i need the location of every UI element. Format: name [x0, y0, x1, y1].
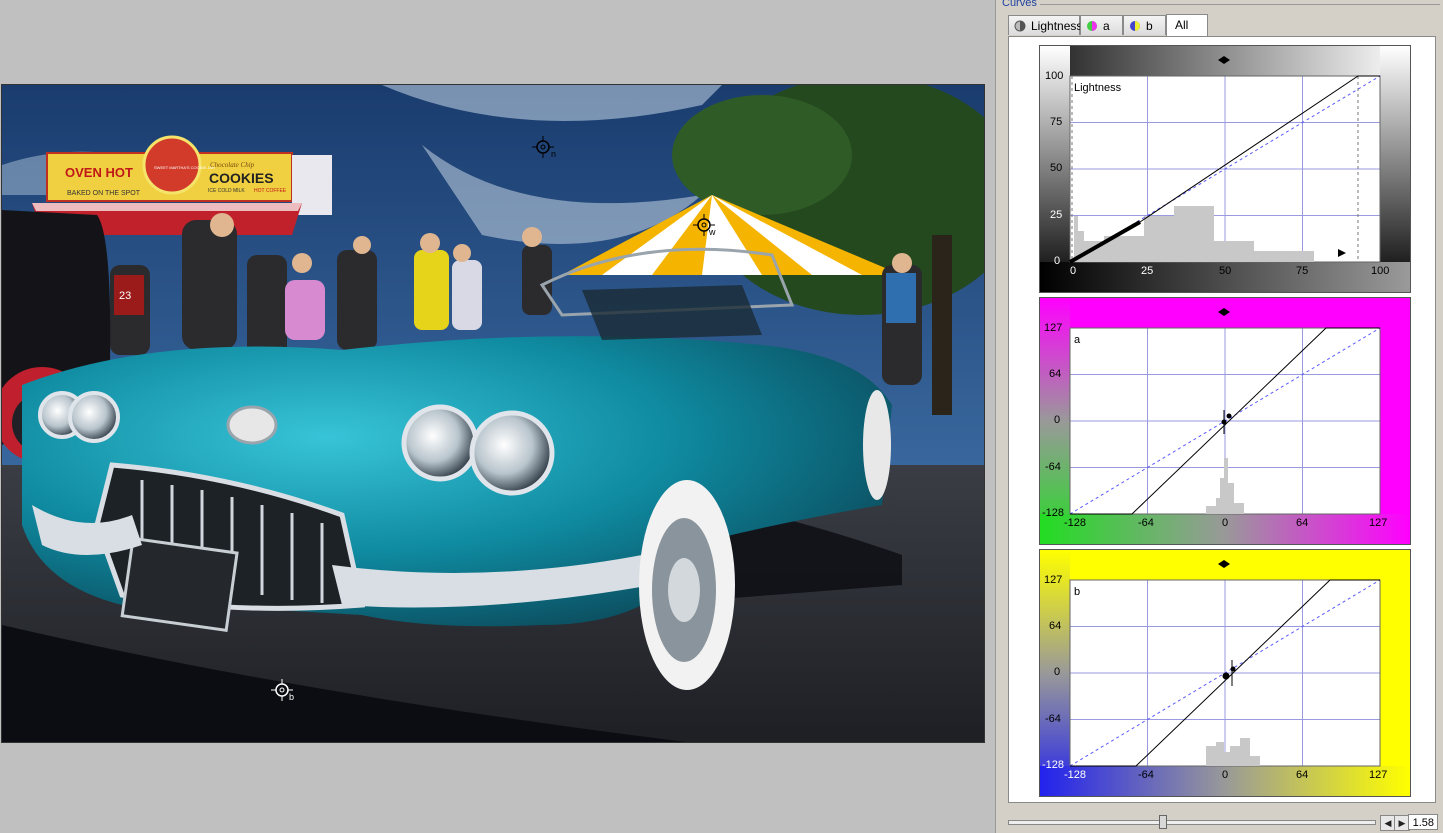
a-curve-label: a — [1074, 334, 1081, 346]
b-curve-box: b 127 64 0 -64 -128 -128 -64 0 64 127 — [1039, 549, 1411, 797]
curves-tab-body: Lightness 100 75 50 25 0 0 25 50 75 100 — [1008, 36, 1436, 803]
sign-cookies: COOKIES — [209, 170, 274, 186]
left-arrow-icon: ◀ — [1384, 818, 1392, 828]
tab-label: All — [1175, 18, 1189, 32]
sign-sweet-martha: SWEET MARTHA'S COOKIE JAR — [154, 165, 215, 170]
panel-title: Curves — [1002, 0, 1037, 9]
tab-b[interactable]: b — [1123, 15, 1166, 35]
a-curve-box: a 127 64 0 -64 -128 -128 -64 0 64 127 — [1039, 297, 1411, 545]
a-channel-icon — [1087, 21, 1097, 31]
lightness-curve-label: Lightness — [1074, 82, 1122, 94]
lightness-channel-icon — [1014, 20, 1026, 32]
b-ytick-64: 64 — [1049, 620, 1062, 632]
photo-canvas[interactable]: OVEN HOT BAKED ON THE SPOT SWEET MARTHA'… — [1, 84, 985, 743]
l-xtick-25: 25 — [1141, 265, 1154, 277]
a-ytick-0: 0 — [1054, 414, 1061, 426]
b-channel-icon — [1130, 21, 1140, 31]
l-ytick-50: 50 — [1050, 162, 1063, 174]
tab-lightness[interactable]: Lightness — [1008, 15, 1083, 35]
lightness-curve-box: Lightness 100 75 50 25 0 0 25 50 75 100 — [1039, 45, 1411, 293]
sign-baked: BAKED ON THE SPOT — [67, 190, 141, 197]
l-xtick-50: 50 — [1219, 265, 1232, 277]
tab-label: a — [1103, 19, 1110, 33]
l-xtick-75: 75 — [1296, 265, 1309, 277]
a-xtick-0: 0 — [1222, 517, 1229, 529]
sign-milk: ICE COLD MILK — [208, 188, 245, 194]
zoom-slider-thumb[interactable] — [1159, 815, 1167, 829]
b-xtick-64: 64 — [1296, 769, 1309, 781]
a-xtick-64: 64 — [1296, 517, 1309, 529]
photo-image: OVEN HOT BAKED ON THE SPOT SWEET MARTHA'… — [2, 85, 984, 742]
a-ytick-neg64: -64 — [1045, 461, 1061, 473]
l-xtick-0: 0 — [1070, 265, 1077, 277]
right-arrow-icon: ▶ — [1398, 818, 1406, 828]
b-ytick-neg64: -64 — [1045, 713, 1061, 725]
b-xtick-0: 0 — [1222, 769, 1229, 781]
l-ytick-100: 100 — [1045, 70, 1064, 82]
zoom-slider-track[interactable] — [1008, 820, 1376, 825]
marker-b-label: b — [289, 692, 295, 702]
sign-chocolate-chip: Chocolate Chip — [210, 161, 255, 169]
b-curve-graph[interactable]: b — [1040, 550, 1410, 796]
b-ytick-0: 0 — [1054, 666, 1061, 678]
a-xtick-127: 127 — [1369, 517, 1388, 529]
a-xtick-neg64: -64 — [1138, 517, 1154, 529]
lightness-curve-graph[interactable]: Lightness — [1040, 46, 1410, 292]
jersey-number: 23 — [119, 290, 131, 302]
b-ytick-neg128: -128 — [1042, 759, 1065, 771]
tab-all[interactable]: All — [1166, 14, 1208, 36]
b-xtick-neg64: -64 — [1138, 769, 1154, 781]
tab-label: b — [1146, 19, 1153, 33]
marker-w-label: w — [709, 227, 716, 237]
curves-panel: Curves Lightness a b All Lightness 100 7… — [995, 0, 1443, 833]
sign-oven-hot: OVEN HOT — [65, 165, 133, 180]
canvas-area: OVEN HOT BAKED ON THE SPOT SWEET MARTHA'… — [0, 0, 995, 833]
tab-label: Lightness — [1031, 19, 1083, 33]
title-divider — [1040, 4, 1440, 5]
b-xtick-neg128: -128 — [1064, 769, 1087, 781]
marker-n-label: n — [551, 149, 557, 159]
a-ytick-neg128: -128 — [1042, 507, 1065, 519]
l-ytick-25: 25 — [1050, 209, 1063, 221]
b-ytick-127: 127 — [1044, 574, 1063, 586]
l-ytick-75: 75 — [1050, 116, 1063, 128]
sign-coffee: HOT COFFEE — [254, 188, 287, 194]
a-curve-graph[interactable]: a — [1040, 298, 1410, 544]
a-ytick-127: 127 — [1044, 322, 1063, 334]
zoom-value-field[interactable]: 1.58 — [1408, 814, 1438, 830]
a-xtick-neg128: -128 — [1064, 517, 1087, 529]
tab-a[interactable]: a — [1080, 15, 1123, 35]
zoom-bar: ◀ ▶ 1.58 — [1004, 808, 1440, 833]
b-curve-label: b — [1074, 586, 1080, 598]
l-ytick-0: 0 — [1054, 255, 1061, 267]
l-xtick-100: 100 — [1371, 265, 1390, 277]
b-xtick-127: 127 — [1369, 769, 1388, 781]
a-ytick-64: 64 — [1049, 368, 1062, 380]
